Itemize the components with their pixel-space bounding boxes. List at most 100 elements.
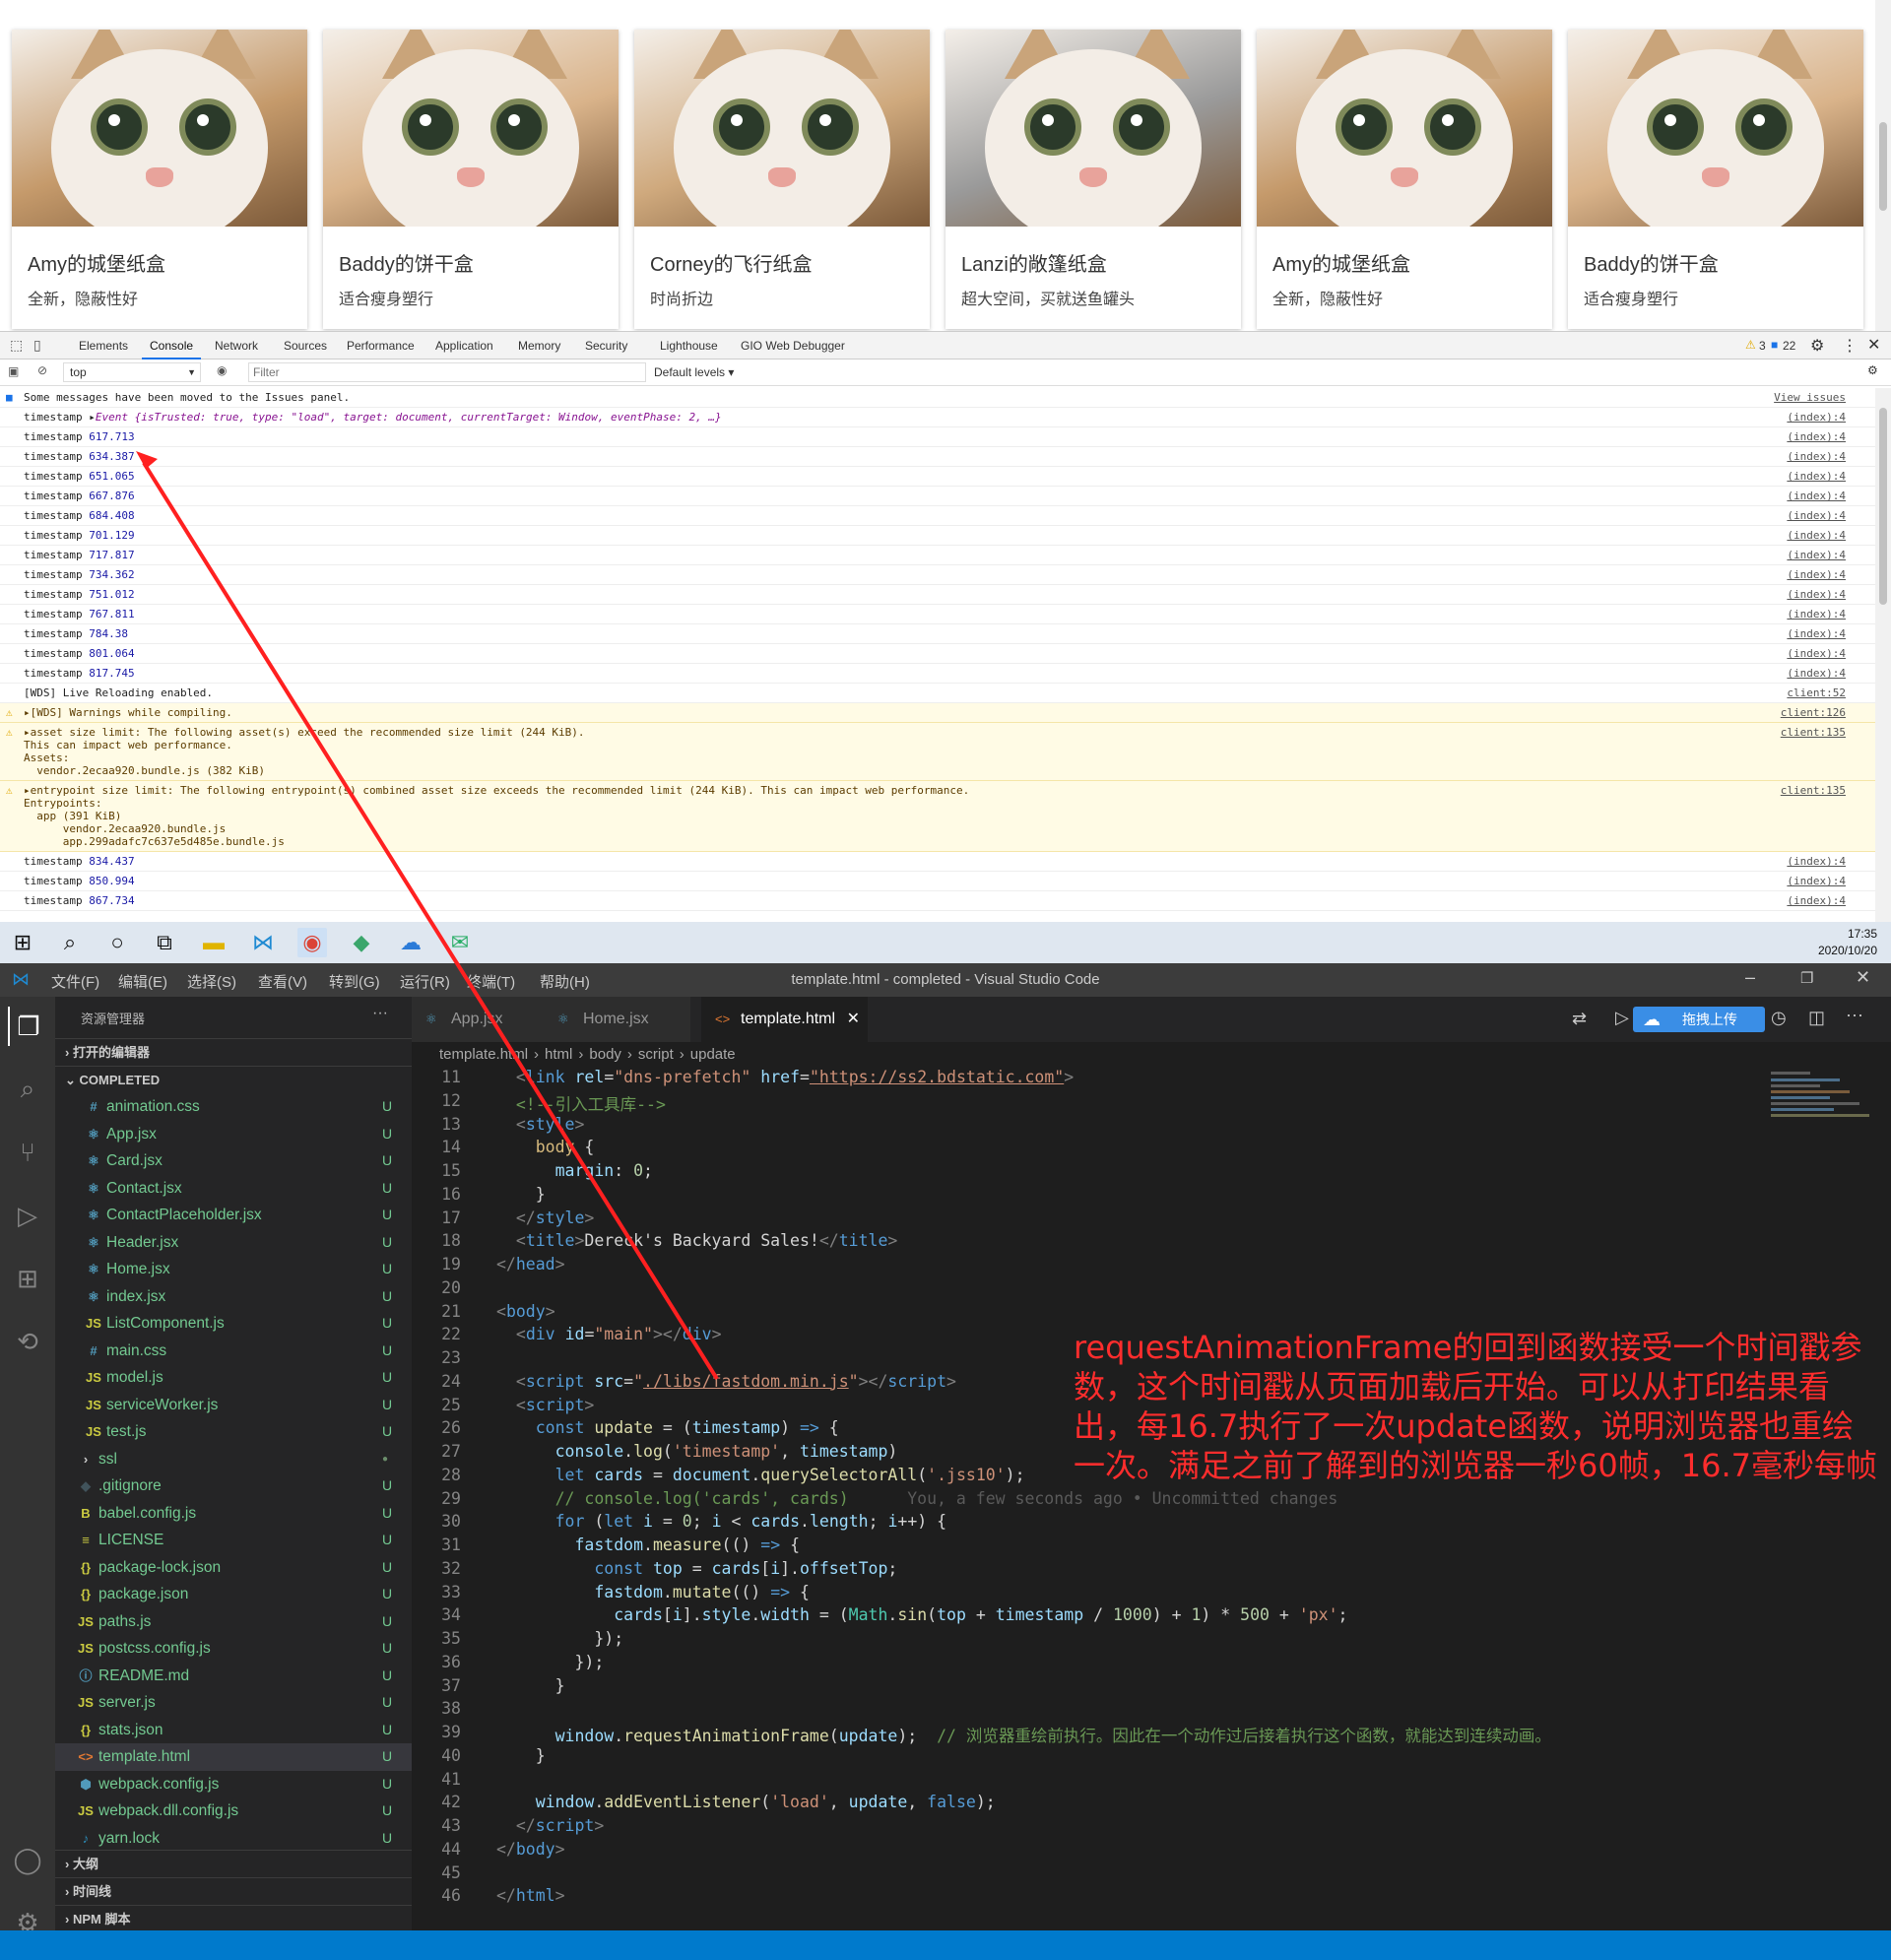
file-item[interactable]: ⚛ ContactPlaceholder.jsx U [55,1202,412,1229]
file-item[interactable]: JS model.js U [55,1364,412,1392]
warning-message[interactable]: ▸entrypoint size limit: The following en… [24,784,969,848]
product-card[interactable]: Corney的飞行纸盒 时尚折边 [634,30,930,329]
source-link[interactable]: client:126 [1781,706,1846,719]
file-item[interactable]: JS ListComponent.js U [55,1310,412,1338]
split-editor-icon[interactable]: ◫ [1808,1008,1825,1028]
task-view-icon[interactable]: ⧉ [150,928,179,957]
extensions-icon[interactable]: ⊞ [8,1259,47,1298]
live-expression-eye-icon[interactable]: ◉ [217,363,227,377]
restore-icon[interactable]: ❐ [1800,969,1813,987]
close-devtools-icon[interactable]: ✕ [1867,335,1880,355]
file-explorer-icon[interactable]: ▬ [199,928,228,957]
close-window-icon[interactable]: ✕ [1856,967,1870,988]
account-icon[interactable]: ◯ [8,1840,47,1879]
breadcrumb-item[interactable]: update [690,1046,736,1063]
devtools-tab-performance[interactable]: Performance [347,339,415,353]
file-item[interactable]: {} stats.json U [55,1717,412,1744]
inspect-icon[interactable]: ⬚ [10,337,23,354]
source-link[interactable]: (index):4 [1787,411,1846,424]
file-item[interactable]: ⚛ Contact.jsx U [55,1175,412,1203]
console-filter-input[interactable] [248,362,646,382]
minimize-icon[interactable]: – [1745,967,1755,988]
npm-scripts-section[interactable]: › NPM 脚本 [55,1905,412,1932]
source-link[interactable]: (index):4 [1787,588,1846,601]
search-icon[interactable]: ⌕ [8,1070,47,1109]
explorer-icon[interactable]: ❐ [8,1007,47,1046]
source-link[interactable]: (index):4 [1787,529,1846,542]
settings-gear-icon[interactable]: ⚙ [1810,336,1824,356]
source-link[interactable]: (index):4 [1787,667,1846,680]
device-toolbar-icon[interactable]: ▯ [33,337,41,354]
windows-start-icon[interactable]: ⊞ [8,928,37,957]
upload-button[interactable]: ☁ 拖拽上传 [1633,1007,1765,1032]
editor-more-icon[interactable]: ··· [1846,1005,1863,1025]
product-card[interactable]: Amy的城堡纸盒 全新，隐蔽性好 [12,30,307,329]
source-link[interactable]: View issues [1774,391,1846,404]
context-select[interactable]: top ▼ [63,362,201,382]
devtools-tab-gio-web-debugger[interactable]: GIO Web Debugger [741,339,845,353]
source-link[interactable]: (index):4 [1787,627,1846,640]
run-debug-icon[interactable]: ▷ [8,1196,47,1235]
devtools-tab-sources[interactable]: Sources [284,339,327,353]
project-section[interactable]: ⌄ COMPLETED [55,1066,412,1093]
source-link[interactable]: (index):4 [1787,470,1846,483]
search-icon[interactable]: ⌕ [55,928,85,957]
source-control-icon[interactable]: ⑂ [8,1133,47,1172]
clear-console-icon[interactable]: ⊘ [37,363,47,377]
file-item[interactable]: JS serviceWorker.js U [55,1392,412,1419]
file-item[interactable]: ⚛ Home.jsx U [55,1256,412,1283]
warning-message[interactable]: ▸asset size limit: The following asset(s… [24,726,585,777]
timeline-section[interactable]: › 时间线 [55,1877,412,1905]
compare-changes-icon[interactable]: ⇄ [1572,1009,1587,1029]
source-link[interactable]: (index):4 [1787,568,1846,581]
file-item[interactable]: # main.css U [55,1338,412,1365]
log-levels-dropdown[interactable]: Default levels ▾ [654,365,734,379]
git-history-icon[interactable]: ⟲ [8,1322,47,1361]
breadcrumb-item[interactable]: html [545,1046,572,1063]
warning-message[interactable]: ▸[WDS] Warnings while compiling. [24,706,232,719]
editor-tab[interactable]: <> template.html ✕ [701,997,869,1042]
devtools-tab-application[interactable]: Application [435,339,493,353]
minimap[interactable] [1771,1068,1879,1186]
file-item[interactable]: ♪ yarn.lock U [55,1825,412,1853]
file-item[interactable]: JS test.js U [55,1418,412,1446]
outline-section[interactable]: › 大纲 [55,1850,412,1877]
file-item[interactable]: ⚛ index.jsx U [55,1283,412,1311]
devtools-tab-memory[interactable]: Memory [518,339,560,353]
source-link[interactable]: (index):4 [1787,894,1846,907]
more-vertical-icon[interactable]: ⋮ [1842,336,1858,356]
chrome-taskbar-icon[interactable]: ◉ [297,928,327,957]
source-link[interactable]: (index):4 [1787,450,1846,463]
devtools-tab-console[interactable]: Console [141,339,202,359]
source-link[interactable]: (index):4 [1787,875,1846,887]
source-link[interactable]: (index):4 [1787,430,1846,443]
page-scrollbar[interactable] [1875,0,1891,331]
breadcrumb-item[interactable]: body [589,1046,621,1063]
devtools-tab-lighthouse[interactable]: Lighthouse [660,339,718,353]
product-card[interactable]: Lanzi的敞篷纸盒 超大空间，买就送鱼罐头 [946,30,1241,329]
editor-tab[interactable]: ⚛ App.jsx [412,997,559,1042]
file-item[interactable]: ⬢ webpack.config.js U [55,1771,412,1798]
product-card[interactable]: Baddy的饼干盒 适合瘦身塑行 [1568,30,1863,329]
product-card[interactable]: Amy的城堡纸盒 全新，隐蔽性好 [1257,30,1552,329]
source-link[interactable]: (index):4 [1787,855,1846,868]
editor-tab[interactable]: ⚛ Home.jsx [544,997,691,1042]
warning-icon[interactable]: ⚠ [1745,338,1756,352]
file-item[interactable]: <> template.html U [55,1743,412,1771]
wechat-taskbar-icon[interactable]: ✉ [445,928,475,957]
file-item[interactable]: JS postcss.config.js U [55,1635,412,1663]
file-item[interactable]: JS webpack.dll.config.js U [55,1797,412,1825]
file-item[interactable]: ◆ .gitignore U [55,1472,412,1500]
file-item[interactable]: › ssl ● [55,1446,412,1473]
vscode-taskbar-icon[interactable]: ⋈ [248,928,278,957]
more-actions-icon[interactable]: ··· [372,1005,388,1022]
app-taskbar-icon[interactable]: ◆ [347,928,376,957]
file-item[interactable]: JS server.js U [55,1689,412,1717]
breadcrumb-item[interactable]: template.html [439,1046,528,1063]
file-item[interactable]: ≡ LICENSE U [55,1527,412,1554]
open-editors-section[interactable]: › 打开的编辑器 [55,1038,412,1066]
source-link[interactable]: (index):4 [1787,647,1846,660]
timeline-icon[interactable]: ◷ [1771,1008,1787,1028]
source-link[interactable]: (index):4 [1787,549,1846,561]
file-item[interactable]: ⚛ App.jsx U [55,1121,412,1148]
